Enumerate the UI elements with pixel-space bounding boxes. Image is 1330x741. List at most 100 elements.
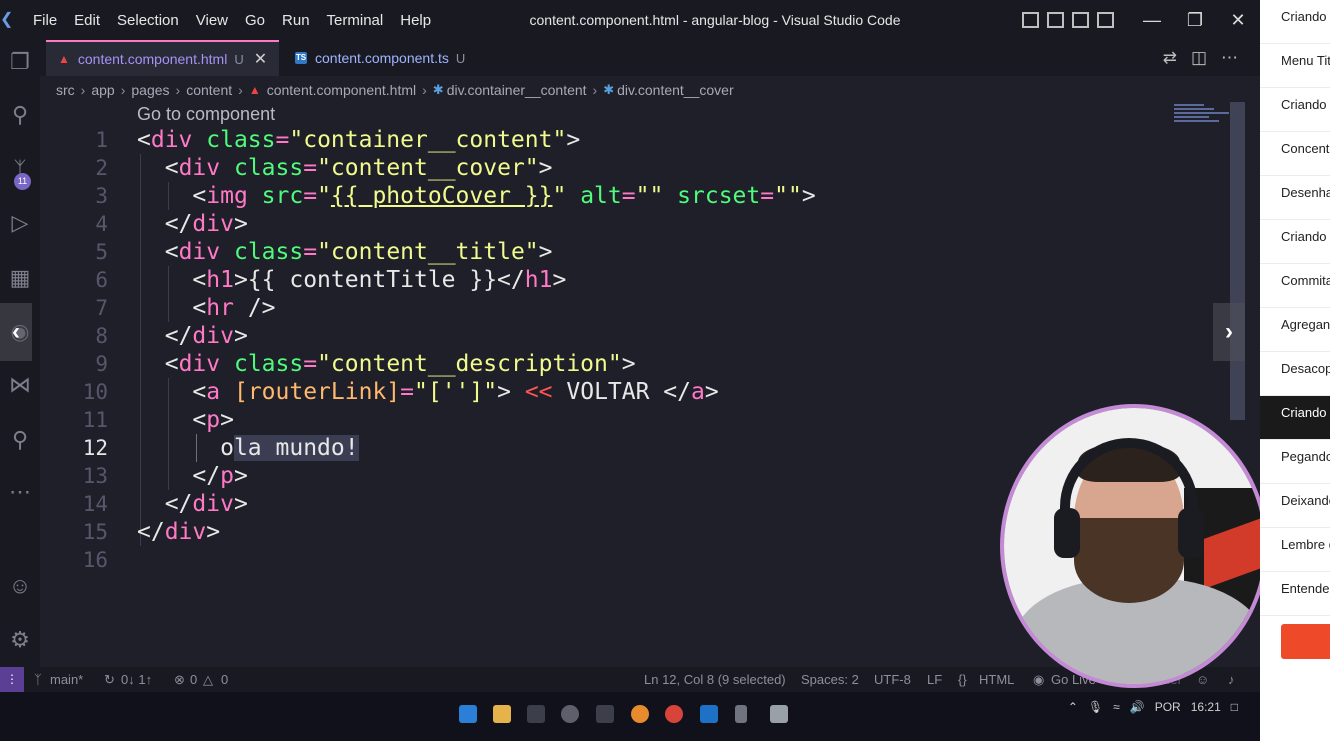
problems-count[interactable]: 0 [190, 667, 197, 692]
testing-icon[interactable]: ⚲ [0, 420, 40, 460]
playlist-action-button[interactable] [1281, 624, 1330, 659]
live-share-icon[interactable]: ⋈ [0, 365, 40, 405]
cursor-position[interactable]: Ln 12, Col 8 (9 selected) [644, 667, 786, 692]
volume-icon[interactable]: 🔊 [1130, 692, 1145, 722]
explorer-icon[interactable]: ❐ [0, 42, 40, 82]
breadcrumb-src[interactable]: src [56, 82, 75, 98]
tab-content-component-html[interactable]: ▲ content.component.html U ✕ [46, 40, 280, 76]
menu-terminal[interactable]: Terminal [327, 12, 384, 29]
menu-file[interactable]: File [33, 12, 57, 29]
breadcrumb-container[interactable]: div.container__content [447, 82, 587, 98]
warnings-count[interactable]: 0 [221, 667, 228, 692]
outlook-taskbar-icon[interactable] [700, 705, 718, 723]
toggle-panel-icon[interactable] [1047, 12, 1064, 28]
run-debug-icon[interactable]: ▷ [0, 203, 40, 243]
playlist-item[interactable]: Criando a [1260, 88, 1330, 132]
encoding[interactable]: UTF-8 [874, 667, 911, 692]
line-number: 8 [95, 324, 108, 348]
playlist-item[interactable]: Agregand [1260, 308, 1330, 352]
language-indicator[interactable]: POR [1155, 692, 1181, 722]
app-taskbar-icon[interactable] [631, 705, 649, 723]
menu-help[interactable]: Help [400, 12, 431, 29]
code-line: 1 <div class="container__content"> [40, 126, 1245, 154]
playlist-item[interactable]: Entender [1260, 572, 1330, 616]
code-text: </p> [192, 463, 248, 489]
playlist-item[interactable]: Concentr [1260, 132, 1330, 176]
playlist-item[interactable]: Desenha [1260, 176, 1330, 220]
tab-status: U [455, 50, 466, 66]
chevron-up-icon[interactable]: ⌃ [1068, 692, 1078, 722]
sync-status[interactable]: 0↓ 1↑ [121, 667, 152, 692]
vscode-logo-icon[interactable]: ❮ [0, 10, 16, 30]
remote-indicator-icon[interactable]: ⋮ [0, 667, 24, 692]
app-taskbar-icon[interactable] [735, 705, 747, 723]
close-icon[interactable]: ✕ [1218, 0, 1258, 40]
minimize-icon[interactable]: — [1132, 0, 1172, 40]
file-explorer-taskbar-icon[interactable] [493, 705, 511, 723]
element-icon: ✱ [432, 82, 444, 97]
error-icon: ⊗ [174, 672, 185, 687]
tab-close-icon[interactable]: ✕ [254, 49, 267, 69]
extensions-icon[interactable]: ▦ [0, 258, 40, 298]
playlist-item[interactable]: Lembre d [1260, 528, 1330, 572]
vscode-taskbar-icon[interactable] [459, 705, 477, 723]
code-line: 3 <img src="{{ photoCover }}" alt="" src… [40, 182, 1245, 210]
previous-arrow-icon[interactable]: ‹ [0, 303, 32, 361]
breadcrumb-file[interactable]: content.component.html [267, 82, 416, 98]
codelens-go-to-component[interactable]: Go to component [137, 104, 275, 125]
wifi-icon[interactable]: ≈ [1113, 692, 1120, 722]
clock[interactable]: 16:21 [1191, 692, 1221, 722]
app-taskbar-icon[interactable] [770, 705, 788, 723]
indentation[interactable]: Spaces: 2 [801, 667, 859, 692]
angular-icon: ▲ [248, 83, 261, 97]
menu-view[interactable]: View [196, 12, 228, 29]
tab-content-component-ts[interactable]: TS content.component.ts U [283, 40, 477, 76]
more-icon[interactable]: ⋯ [0, 472, 40, 512]
app-taskbar-icon[interactable] [596, 705, 614, 723]
settings-gear-icon[interactable]: ⚙ [0, 620, 40, 660]
playlist-item[interactable]: Commita [1260, 264, 1330, 308]
code-line: 4 </div> [40, 210, 1245, 238]
playlist-item[interactable]: Criando c [1260, 220, 1330, 264]
end-of-line[interactable]: LF [927, 667, 942, 692]
menu-selection[interactable]: Selection [117, 12, 179, 29]
next-arrow-icon[interactable]: › [1213, 303, 1245, 361]
customize-layout-icon[interactable] [1097, 12, 1114, 28]
breadcrumb-app[interactable]: app [91, 82, 114, 98]
microphone-icon[interactable]: 🎙 [1088, 692, 1103, 722]
line-number: 14 [82, 492, 108, 516]
menu-edit[interactable]: Edit [74, 12, 100, 29]
playlist-item[interactable]: Deixando [1260, 484, 1330, 528]
toggle-secondary-sidebar-icon[interactable] [1072, 12, 1089, 28]
breadcrumb-pages[interactable]: pages [131, 82, 169, 98]
playlist-item[interactable]: Menu Tit [1260, 44, 1330, 88]
search-icon[interactable]: ⚲ [0, 95, 40, 135]
more-actions-icon[interactable]: ⋯ [1221, 48, 1238, 68]
playlist-item[interactable]: Pegando [1260, 440, 1330, 484]
code-text: </div> [164, 211, 248, 237]
toggle-sidebar-icon[interactable] [1022, 12, 1039, 28]
split-editor-icon[interactable]: ◫ [1191, 48, 1207, 68]
angular-icon: ▲ [58, 52, 70, 66]
line-number: 10 [82, 380, 108, 404]
breadcrumb-content[interactable]: content [186, 82, 232, 98]
code-line: 7 <hr /> [40, 294, 1245, 322]
branch-status[interactable]: main* [50, 667, 83, 692]
menu-go[interactable]: Go [245, 12, 265, 29]
code-text: ola mundo! [220, 435, 359, 461]
playlist-item-active[interactable]: Criando c [1260, 396, 1330, 440]
playlist-item[interactable]: Desacopl [1260, 352, 1330, 396]
layout-controls [1022, 12, 1114, 28]
code-line: 5 <div class="content__title"> [40, 238, 1245, 266]
notification-center-icon[interactable]: □ [1231, 692, 1238, 722]
open-changes-icon[interactable]: ⇄ [1163, 48, 1177, 68]
github-taskbar-icon[interactable] [561, 705, 579, 723]
line-number: 2 [95, 156, 108, 180]
playlist-item[interactable]: Criando a [1260, 0, 1330, 44]
account-icon[interactable]: ☺ [0, 566, 40, 606]
terminal-taskbar-icon[interactable] [527, 705, 545, 723]
restore-icon[interactable]: ❐ [1175, 0, 1215, 40]
chrome-taskbar-icon[interactable] [665, 705, 683, 723]
breadcrumb-cover[interactable]: div.content__cover [617, 82, 733, 98]
menu-run[interactable]: Run [282, 12, 310, 29]
